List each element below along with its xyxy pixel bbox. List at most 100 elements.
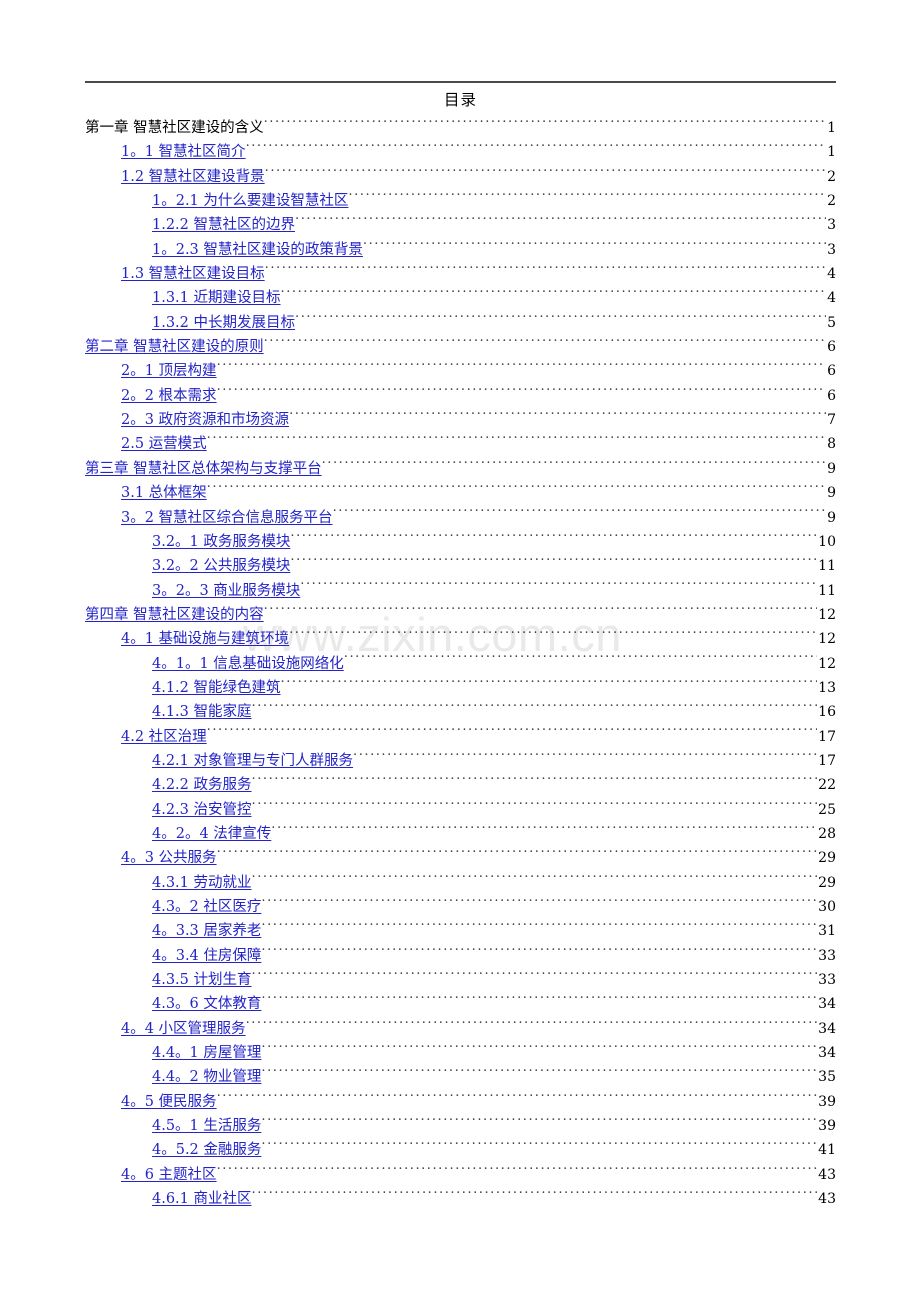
- toc-entry-page-number: 41: [818, 1142, 836, 1159]
- toc-entry-label[interactable]: 4。3.4 住房保障: [152, 944, 261, 968]
- toc-entry-label[interactable]: 4.3.5 计划生育: [152, 968, 252, 992]
- toc-entry-label[interactable]: 4。5.2 金融服务: [152, 1138, 261, 1162]
- toc-entry[interactable]: 1.2 智慧社区建设背景 2: [85, 165, 836, 189]
- toc-leader-dots: [289, 629, 817, 644]
- toc-entry[interactable]: 4.1.3 智能家庭 16: [85, 700, 836, 724]
- toc-entry[interactable]: 4.4。1 房屋管理 34: [85, 1041, 836, 1065]
- toc-entry[interactable]: 4。5.2 金融服务 41: [85, 1138, 836, 1162]
- toc-entry-label[interactable]: 1。2.1 为什么要建设智慧社区: [152, 189, 348, 213]
- toc-entry[interactable]: 1。1 智慧社区简介 1: [85, 140, 836, 164]
- toc-leader-dots: [207, 434, 826, 449]
- toc-entry-label[interactable]: 1.3 智慧社区建设目标: [121, 262, 265, 286]
- toc-entry[interactable]: 1.3.1 近期建设目标 4: [85, 286, 836, 310]
- toc-entry-label[interactable]: 4。6 主题社区: [121, 1163, 217, 1187]
- toc-entry-label[interactable]: 4.1.3 智能家庭: [152, 700, 252, 724]
- toc-entry[interactable]: 第三章 智慧社区总体架构与支撑平台 9: [85, 457, 836, 481]
- toc-entry[interactable]: 1。2.3 智慧社区建设的政策背景 3: [85, 238, 836, 262]
- toc-entry-page-number: 34: [818, 1020, 836, 1037]
- toc-entry-label[interactable]: 4.6.1 商业社区: [152, 1187, 252, 1211]
- toc-entry[interactable]: 4.3.5 计划生育 33: [85, 968, 836, 992]
- toc-entry[interactable]: 4.5。1 生活服务 39: [85, 1114, 836, 1138]
- toc-entry-label[interactable]: 4.5。1 生活服务: [152, 1114, 261, 1138]
- toc-entry[interactable]: 3.2。1 政务服务模块 10: [85, 530, 836, 554]
- toc-entry[interactable]: 1.3.2 中长期发展目标 5: [85, 311, 836, 335]
- toc-entry-label[interactable]: 4。1。1 信息基础设施网络化: [152, 652, 344, 676]
- toc-entry-label[interactable]: 4.4。2 物业管理: [152, 1065, 261, 1089]
- toc-entry-label[interactable]: 4.3。2 社区医疗: [152, 895, 261, 919]
- toc-entry[interactable]: 4。6 主题社区 43: [85, 1163, 836, 1187]
- toc-entry[interactable]: 4.2 社区治理 17: [85, 725, 836, 749]
- toc-entry[interactable]: 4.2.1 对象管理与专门人群服务 17: [85, 749, 836, 773]
- toc-entry-label[interactable]: 4。2。4 法律宣传: [152, 822, 271, 846]
- toc-entry-label[interactable]: 1.3.2 中长期发展目标: [152, 311, 295, 335]
- toc-entry-label: 第一章 智慧社区建设的含义: [85, 120, 264, 136]
- toc-entry[interactable]: 4。3 公共服务 29: [85, 846, 836, 870]
- toc-entry-label[interactable]: 4.2 社区治理: [121, 725, 207, 749]
- toc-entry-label[interactable]: 4.2.2 政务服务: [152, 773, 252, 797]
- toc-entry[interactable]: 4。5 便民服务 39: [85, 1090, 836, 1114]
- toc-entry-label[interactable]: 2。2 根本需求: [121, 384, 217, 408]
- toc-entry[interactable]: 2。3 政府资源和市场资源 7: [85, 408, 836, 432]
- toc-entry-page-number: 7: [827, 412, 836, 429]
- toc-entry[interactable]: 3。2。3 商业服务模块 11: [85, 579, 836, 603]
- toc-entry-label[interactable]: 4.3.1 劳动就业: [152, 871, 252, 895]
- toc-entry[interactable]: 第二章 智慧社区建设的原则 6: [85, 335, 836, 359]
- toc-entry-page-number: 12: [818, 631, 836, 648]
- toc-entry-label[interactable]: 1.2 智慧社区建设背景: [121, 165, 265, 189]
- toc-entry[interactable]: 4.2.3 治安管控 25: [85, 798, 836, 822]
- toc-entry[interactable]: 4。4 小区管理服务 34: [85, 1017, 836, 1041]
- toc-entry-page-number: 43: [818, 1191, 836, 1208]
- toc-entry[interactable]: 4。1 基础设施与建筑环境 12: [85, 627, 836, 651]
- toc-entry[interactable]: 4。3.4 住房保障 33: [85, 944, 836, 968]
- toc-entry[interactable]: 4.4。2 物业管理 35: [85, 1065, 836, 1089]
- toc-entry[interactable]: 4.3。2 社区医疗 30: [85, 895, 836, 919]
- toc-entry-label[interactable]: 第三章 智慧社区总体架构与支撑平台: [85, 457, 322, 481]
- toc-entry-label[interactable]: 2.5 运营模式: [121, 432, 207, 456]
- toc-entry[interactable]: 2.5 运营模式 8: [85, 432, 836, 456]
- toc-entry-label[interactable]: 3.2。2 公共服务模块: [152, 554, 290, 578]
- toc-entry-label[interactable]: 1。2.3 智慧社区建设的政策背景: [152, 238, 363, 262]
- toc-entry-label[interactable]: 4。1 基础设施与建筑环境: [121, 627, 289, 651]
- toc-entry[interactable]: 3.1 总体框架 9: [85, 481, 836, 505]
- toc-entry[interactable]: 4.2.2 政务服务 22: [85, 773, 836, 797]
- toc-entry-label[interactable]: 4。3 公共服务: [121, 846, 217, 870]
- toc-leader-dots: [261, 1043, 817, 1058]
- toc-entry[interactable]: 3。2 智慧社区综合信息服务平台 9: [85, 506, 836, 530]
- toc-entry-label[interactable]: 3。2 智慧社区综合信息服务平台: [121, 506, 333, 530]
- toc-entry[interactable]: 第四章 智慧社区建设的内容 12: [85, 603, 836, 627]
- toc-entry[interactable]: 4.3。6 文体教育 34: [85, 992, 836, 1016]
- toc-entry-label[interactable]: 3.1 总体框架: [121, 481, 207, 505]
- toc-entry-label[interactable]: 4。4 小区管理服务: [121, 1017, 246, 1041]
- toc-entry-label[interactable]: 4.3。6 文体教育: [152, 992, 261, 1016]
- toc-entry[interactable]: 4.3.1 劳动就业 29: [85, 871, 836, 895]
- toc-leader-dots: [344, 653, 817, 668]
- toc-entry-label[interactable]: 3。2。3 商业服务模块: [152, 579, 300, 603]
- toc-entry[interactable]: 4.6.1 商业社区 43: [85, 1187, 836, 1211]
- toc-entry[interactable]: 3.2。2 公共服务模块 11: [85, 554, 836, 578]
- toc-entry[interactable]: 4.1.2 智能绿色建筑 13: [85, 676, 836, 700]
- toc-entry[interactable]: 4。1。1 信息基础设施网络化 12: [85, 652, 836, 676]
- toc-leader-dots: [217, 1164, 818, 1179]
- toc-entry-label[interactable]: 1.2.2 智慧社区的边界: [152, 213, 295, 237]
- toc-entry-label[interactable]: 4.4。1 房屋管理: [152, 1041, 261, 1065]
- toc-entry-label[interactable]: 3.2。1 政务服务模块: [152, 530, 290, 554]
- toc-entry-label[interactable]: 第二章 智慧社区建设的原则: [85, 335, 264, 359]
- toc-entry[interactable]: 1.2.2 智慧社区的边界 3: [85, 213, 836, 237]
- toc-entry[interactable]: 2。2 根本需求 6: [85, 384, 836, 408]
- toc-entry-label[interactable]: 1。1 智慧社区简介: [121, 140, 246, 164]
- toc-entry-label[interactable]: 1.3.1 近期建设目标: [152, 286, 281, 310]
- toc-entry-label[interactable]: 4。3.3 居家养老: [152, 919, 261, 943]
- toc-entry-page-number: 13: [818, 679, 836, 696]
- toc-entry-label[interactable]: 4.1.2 智能绿色建筑: [152, 676, 281, 700]
- toc-entry-label[interactable]: 4。5 便民服务: [121, 1090, 217, 1114]
- toc-entry[interactable]: 1.3 智慧社区建设目标 4: [85, 262, 836, 286]
- toc-entry[interactable]: 4。3.3 居家养老 31: [85, 919, 836, 943]
- toc-entry-label[interactable]: 4.2.1 对象管理与专门人群服务: [152, 749, 353, 773]
- toc-entry-label[interactable]: 4.2.3 治安管控: [152, 798, 252, 822]
- toc-entry[interactable]: 1。2.1 为什么要建设智慧社区 2: [85, 189, 836, 213]
- toc-entry-label[interactable]: 第四章 智慧社区建设的内容: [85, 603, 264, 627]
- toc-entry[interactable]: 2。1 顶层构建 6: [85, 359, 836, 383]
- toc-entry-label[interactable]: 2。1 顶层构建: [121, 359, 217, 383]
- toc-entry-label[interactable]: 2。3 政府资源和市场资源: [121, 408, 289, 432]
- toc-entry[interactable]: 4。2。4 法律宣传 28: [85, 822, 836, 846]
